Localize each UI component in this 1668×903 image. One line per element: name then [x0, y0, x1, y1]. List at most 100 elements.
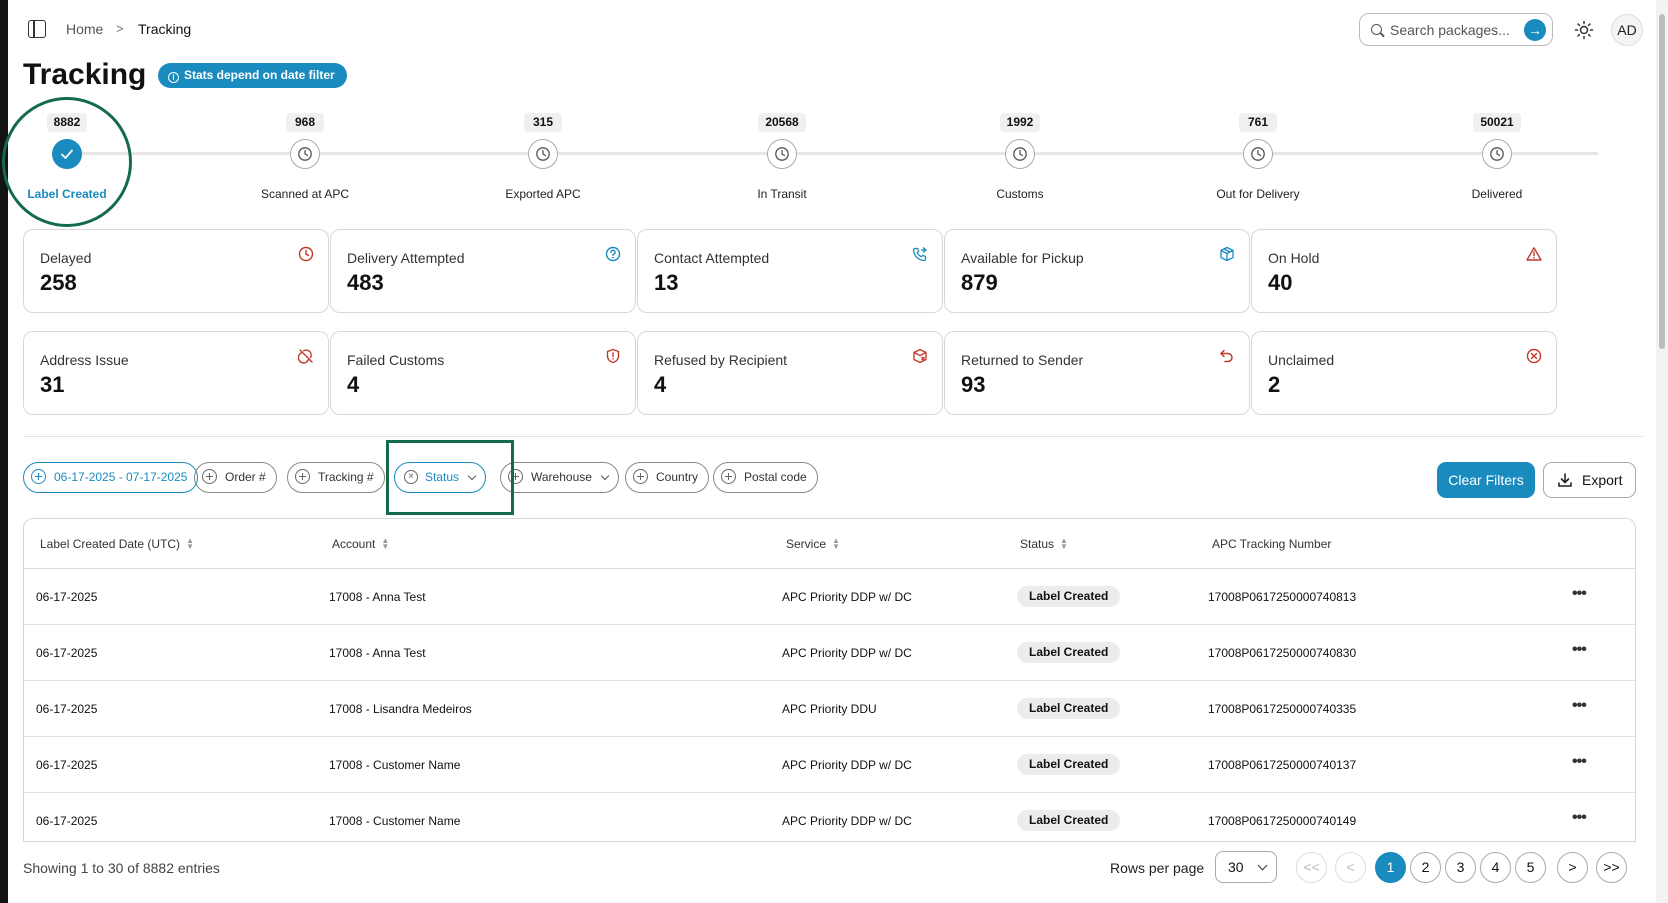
- postal-code-filter[interactable]: Postal code: [713, 462, 818, 493]
- cell-date: 06-17-2025: [36, 590, 98, 604]
- status-card-address-issue[interactable]: Address Issue 31: [23, 331, 329, 415]
- step-label: Out for Delivery: [1216, 187, 1300, 201]
- clear-x-icon[interactable]: ×: [404, 470, 418, 484]
- top-bar: Home > Tracking → AD: [8, 0, 1656, 60]
- status-filter-label: Status: [425, 470, 460, 484]
- sort-icon[interactable]: ▲ ▼: [381, 537, 389, 551]
- breadcrumb-home[interactable]: Home: [66, 21, 103, 37]
- sort-icon[interactable]: ▲ ▼: [186, 537, 194, 551]
- status-card-contact-attempted[interactable]: Contact Attempted 13: [637, 229, 943, 313]
- status-badge: Label Created: [1017, 698, 1121, 719]
- table-row[interactable]: 06-17-2025 17008 - Anna Test APC Priority …: [24, 569, 1635, 625]
- search-icon: [1371, 24, 1382, 35]
- entries-info: Showing 1 to 30 of 8882 entries: [23, 860, 220, 876]
- search-box[interactable]: →: [1359, 13, 1553, 46]
- tracking-filter[interactable]: Tracking #: [287, 462, 385, 493]
- sort-icon[interactable]: ▲ ▼: [1060, 537, 1068, 551]
- first-page-button[interactable]: <<: [1296, 852, 1327, 883]
- page-2-button[interactable]: 2: [1410, 852, 1441, 883]
- stats-note-text: Stats depend on date filter: [184, 68, 335, 82]
- map-pin-off-icon: [298, 349, 313, 364]
- step-count: 8882: [46, 113, 88, 132]
- plus-circle-icon: [508, 469, 523, 484]
- cell-service: APC Priority DDP w/ DC: [782, 758, 912, 772]
- status-card-delayed[interactable]: Delayed 258: [23, 229, 329, 313]
- page-1-button[interactable]: 1: [1375, 852, 1406, 883]
- chevron-down-icon: [600, 471, 610, 481]
- breadcrumb-current: Tracking: [138, 21, 192, 37]
- country-filter-label: Country: [656, 470, 699, 484]
- row-actions-menu-icon[interactable]: •••: [1572, 697, 1587, 715]
- step-marker: [1005, 139, 1035, 169]
- page-3-button[interactable]: 3: [1445, 852, 1476, 883]
- card-title: Contact Attempted: [654, 250, 770, 266]
- sort-icon[interactable]: ▲ ▼: [832, 537, 840, 551]
- step-customs[interactable]: 1992 Customs: [950, 113, 1090, 201]
- table-row[interactable]: 06-17-2025 17008 - Lisandra Medeiros APC P…: [24, 681, 1635, 737]
- check-icon: [61, 149, 73, 159]
- cell-date: 06-17-2025: [36, 646, 98, 660]
- cell-service: APC Priority DDU: [782, 702, 877, 716]
- scrollbar-thumb[interactable]: [1659, 14, 1665, 349]
- status-card-refused-by-recipient[interactable]: Refused by Recipient 4: [637, 331, 943, 415]
- status-card-returned-to-sender[interactable]: Returned to Sender 93: [944, 331, 1250, 415]
- page-5-button[interactable]: 5: [1515, 852, 1546, 883]
- step-label: Customs: [996, 187, 1044, 201]
- status-card-unclaimed[interactable]: Unclaimed 2: [1251, 331, 1557, 415]
- column-header-label: Service: [786, 537, 827, 551]
- page-title: Tracking: [23, 58, 147, 91]
- next-page-button[interactable]: >: [1557, 852, 1588, 883]
- date-range-filter[interactable]: 06-17-2025 - 07-17-2025: [23, 462, 199, 493]
- page-scrollbar[interactable]: [1656, 0, 1668, 903]
- status-card-failed-customs[interactable]: Failed Customs 4: [330, 331, 636, 415]
- column-header-account[interactable]: Account ▲ ▼: [332, 537, 389, 552]
- step-out-for-delivery[interactable]: 761 Out for Delivery: [1188, 113, 1328, 201]
- table-row[interactable]: 06-17-2025 17008 - Customer Name APC Prior…: [24, 737, 1635, 793]
- step-label-created[interactable]: 8882 Label Created: [0, 113, 137, 201]
- order-filter[interactable]: Order #: [194, 462, 277, 493]
- step-exported-apc[interactable]: 315 Exported APC: [473, 113, 613, 201]
- status-card-on-hold[interactable]: On Hold 40: [1251, 229, 1557, 313]
- date-range-label: 06-17-2025 - 07-17-2025: [54, 470, 188, 484]
- clock-icon: [1251, 147, 1265, 161]
- chevron-down-icon: [467, 471, 477, 481]
- status-filter[interactable]: × Status: [394, 462, 487, 493]
- status-card-available-for-pickup[interactable]: Available for Pickup 879: [944, 229, 1250, 313]
- step-delivered[interactable]: 50021 Delivered: [1427, 113, 1567, 201]
- previous-page-button[interactable]: <: [1335, 852, 1366, 883]
- step-scanned-at-apc[interactable]: 968 Scanned at APC: [235, 113, 375, 201]
- user-avatar[interactable]: AD: [1611, 14, 1643, 46]
- rows-per-page-label: Rows per page: [1110, 860, 1205, 876]
- clear-filters-button[interactable]: Clear Filters: [1437, 462, 1535, 498]
- row-actions-menu-icon[interactable]: •••: [1572, 641, 1587, 659]
- column-header-label-created-date-utc[interactable]: Label Created Date (UTC) ▲ ▼: [40, 537, 194, 552]
- plus-circle-icon: [202, 469, 217, 484]
- search-input[interactable]: [1390, 20, 1515, 40]
- tracking-filter-label: Tracking #: [318, 470, 374, 484]
- column-header-service[interactable]: Service ▲ ▼: [786, 537, 840, 552]
- plus-circle-icon: [295, 469, 310, 484]
- sidebar-toggle-icon[interactable]: [28, 20, 46, 38]
- card-value: 93: [961, 372, 986, 397]
- cell-date: 06-17-2025: [36, 814, 98, 828]
- row-actions-menu-icon[interactable]: •••: [1572, 585, 1587, 603]
- table-row[interactable]: 06-17-2025 17008 - Anna Test APC Priority …: [24, 625, 1635, 681]
- step-in-transit[interactable]: 20568 In Transit: [712, 113, 852, 201]
- table-row[interactable]: 06-17-2025 17008 - Customer Name APC Prior…: [24, 793, 1635, 841]
- column-header-status[interactable]: Status ▲ ▼: [1020, 537, 1068, 552]
- cell-account: 17008 - Lisandra Medeiros: [329, 702, 472, 716]
- clock-icon: [298, 147, 312, 161]
- row-actions-menu-icon[interactable]: •••: [1572, 809, 1587, 827]
- warehouse-filter[interactable]: Warehouse: [500, 462, 619, 493]
- cell-service: APC Priority DDP w/ DC: [782, 590, 912, 604]
- column-header-label: Account: [332, 537, 376, 551]
- export-button[interactable]: Export: [1543, 462, 1636, 498]
- page-4-button[interactable]: 4: [1480, 852, 1511, 883]
- country-filter[interactable]: Country: [625, 462, 710, 493]
- rows-per-page-select[interactable]: 30: [1215, 851, 1277, 883]
- row-actions-menu-icon[interactable]: •••: [1572, 753, 1587, 771]
- status-card-delivery-attempted[interactable]: Delivery Attempted 483: [330, 229, 636, 313]
- search-submit-arrow-icon[interactable]: →: [1524, 19, 1546, 41]
- last-page-button[interactable]: >>: [1596, 852, 1627, 883]
- sun-icon[interactable]: [1574, 20, 1594, 40]
